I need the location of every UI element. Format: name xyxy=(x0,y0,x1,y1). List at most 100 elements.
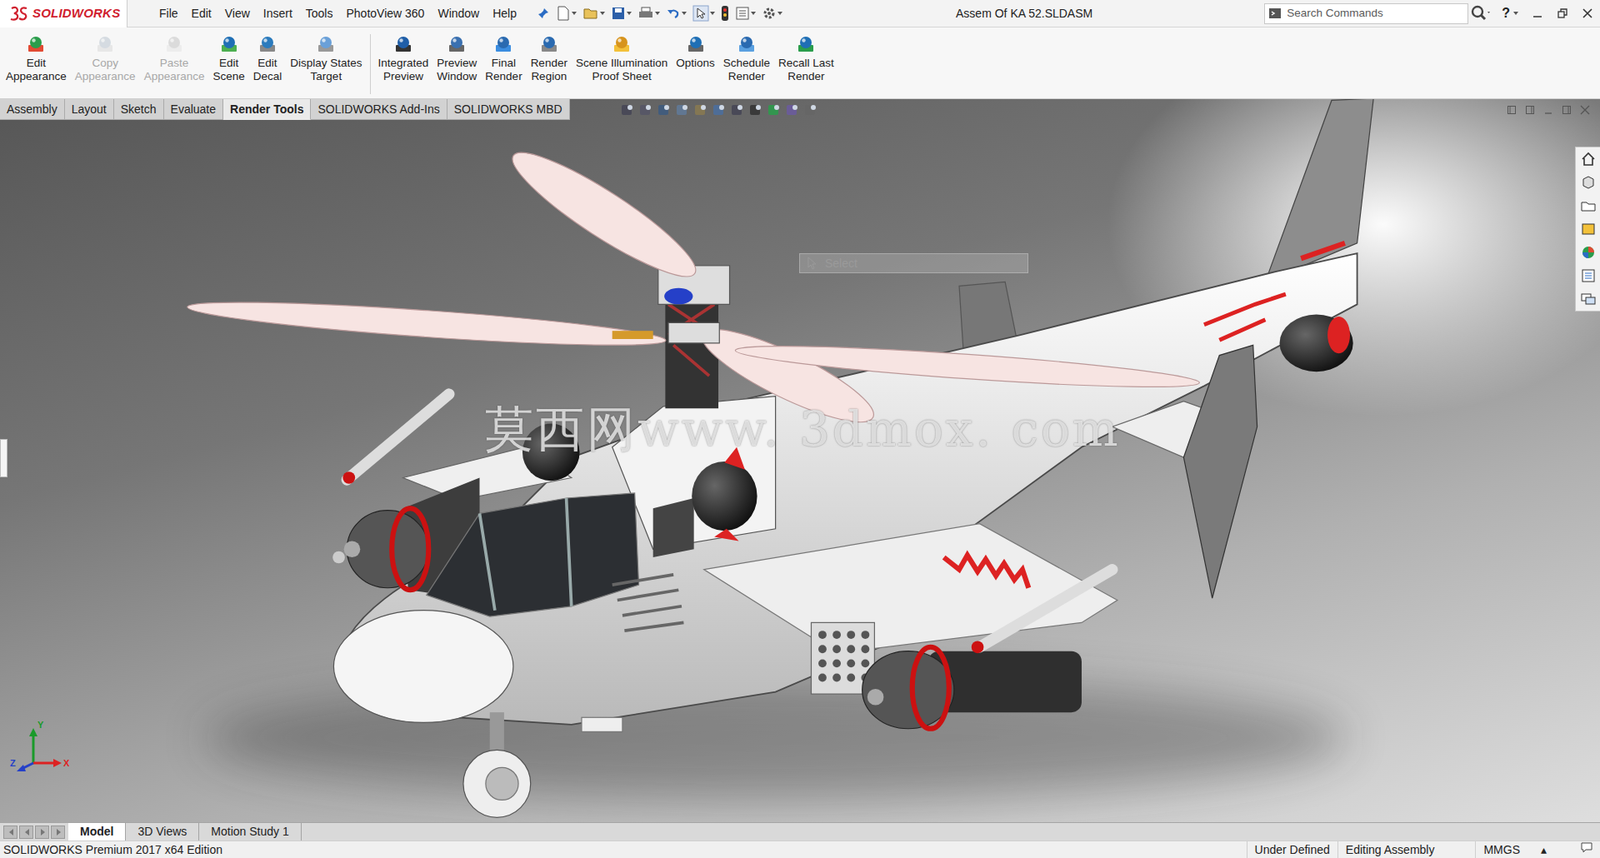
open-folder-icon[interactable] xyxy=(582,5,600,21)
select-arrow-icon[interactable] xyxy=(692,5,710,22)
window-control[interactable] xyxy=(1575,0,1600,28)
dropdown-caret-icon[interactable] xyxy=(681,11,687,15)
split-left-icon[interactable] xyxy=(1506,105,1517,115)
menu-item[interactable]: Window xyxy=(430,0,486,27)
previous-view-icon[interactable] xyxy=(656,102,672,118)
edit-scene-button[interactable]: EditScene xyxy=(208,34,249,84)
dropdown-caret-icon[interactable] xyxy=(600,11,605,15)
feature-tree-handle[interactable] xyxy=(0,439,8,478)
maximize-viewport-icon[interactable] xyxy=(1561,105,1572,115)
toolbar-button[interactable] xyxy=(760,5,785,21)
toolbar-button[interactable] xyxy=(733,5,758,21)
home-icon[interactable] xyxy=(1580,150,1597,168)
dynamic-annotation-icon[interactable] xyxy=(693,102,709,118)
menu-item[interactable]: Insert xyxy=(256,0,300,27)
model-canvas[interactable]: 莫西网www. 3dmox. comSelectYXZ xyxy=(0,120,1600,823)
appearances-icon[interactable] xyxy=(1580,244,1597,261)
new-document-icon[interactable] xyxy=(555,5,571,22)
edit-appearance-icon[interactable] xyxy=(766,102,782,118)
custom-properties-icon[interactable] xyxy=(1580,267,1597,285)
tab-scroll-button[interactable] xyxy=(50,825,65,840)
help-caret-icon[interactable] xyxy=(1513,11,1519,15)
tab-scroll-button[interactable] xyxy=(35,825,50,840)
toolbar-button[interactable] xyxy=(719,5,731,22)
scene-illumination-proof-sheet-button[interactable]: Scene IlluminationProof Sheet xyxy=(571,34,672,84)
dropdown-caret-icon[interactable] xyxy=(626,11,632,15)
view-palette-icon[interactable] xyxy=(1580,220,1597,238)
window-control[interactable] xyxy=(1525,0,1550,28)
search-input[interactable] xyxy=(1285,4,1465,23)
hide-show-icon[interactable] xyxy=(748,102,764,118)
recall-last-render-button[interactable]: Recall LastRender xyxy=(774,34,839,84)
help-button[interactable]: ? xyxy=(1493,3,1514,24)
print-icon[interactable] xyxy=(637,5,655,21)
dropdown-caret-icon[interactable] xyxy=(710,11,715,15)
command-tab[interactable]: Assembly xyxy=(0,99,65,120)
dropdown-caret-icon[interactable] xyxy=(750,11,756,15)
design-library-icon[interactable] xyxy=(1580,174,1597,191)
final-render-button[interactable]: FinalRender xyxy=(480,34,526,84)
preview-window-button[interactable]: PreviewWindow xyxy=(432,34,481,84)
schedule-render-button[interactable]: ScheduleRender xyxy=(719,34,775,84)
edit-appearance-button[interactable]: EditAppearance xyxy=(1,34,71,84)
dropdown-caret-icon[interactable] xyxy=(571,11,577,15)
restore-icon[interactable] xyxy=(1557,8,1568,19)
view-orientation-icon[interactable] xyxy=(711,102,727,118)
model-tab[interactable]: Motion Study 1 xyxy=(199,823,301,841)
menu-item[interactable]: PhotoView 360 xyxy=(339,0,431,27)
menu-item[interactable]: Edit xyxy=(185,0,219,27)
minimize-icon[interactable] xyxy=(1532,8,1543,19)
model-tab[interactable]: 3D Views xyxy=(125,823,200,841)
forum-icon[interactable] xyxy=(1580,290,1597,308)
command-tab[interactable]: Layout xyxy=(65,99,115,120)
menu-item[interactable]: Tools xyxy=(299,0,340,27)
apply-scene-icon[interactable] xyxy=(785,102,800,118)
next-tab-icon[interactable] xyxy=(38,827,47,838)
minimize-viewport-icon[interactable] xyxy=(1543,105,1554,115)
command-tab[interactable]: SOLIDWORKS MBD xyxy=(447,99,570,120)
undo-icon[interactable] xyxy=(665,5,681,21)
menu-item[interactable]: File xyxy=(152,0,185,27)
toolbar-button[interactable] xyxy=(664,5,689,21)
command-tab[interactable]: SOLIDWORKS Add-Ins xyxy=(310,99,447,120)
first-tab-icon[interactable] xyxy=(6,827,15,838)
options-gear-icon[interactable] xyxy=(761,5,777,21)
units-menu-button[interactable]: ▴ xyxy=(1527,841,1560,858)
model-tab[interactable]: Model xyxy=(68,823,126,841)
menu-item[interactable]: View xyxy=(218,0,257,27)
close-icon[interactable] xyxy=(1582,8,1593,19)
command-tab[interactable]: Evaluate xyxy=(164,99,224,120)
save-icon[interactable] xyxy=(610,5,626,21)
tab-scroll-button[interactable] xyxy=(19,825,34,840)
display-style-icon[interactable] xyxy=(730,102,745,118)
options-button[interactable]: Options xyxy=(671,34,720,70)
dropdown-caret-icon[interactable] xyxy=(777,11,783,15)
command-tab[interactable]: Sketch xyxy=(114,99,165,120)
rebuild-icon[interactable] xyxy=(720,5,730,22)
zoom-area-icon[interactable] xyxy=(638,102,654,118)
edit-decal-button[interactable]: EditDecal xyxy=(249,34,287,84)
toolbar-button[interactable] xyxy=(580,5,607,21)
integrated-preview-button[interactable]: IntegratedPreview xyxy=(374,34,434,84)
magnifier-icon[interactable] xyxy=(1468,4,1494,23)
last-tab-icon[interactable] xyxy=(54,827,63,838)
toolbar-button[interactable] xyxy=(635,5,662,21)
section-view-icon[interactable] xyxy=(675,102,690,118)
previous-tab-icon[interactable] xyxy=(22,827,31,838)
zoom-to-fit-icon[interactable] xyxy=(620,102,635,118)
command-tab[interactable]: Render Tools xyxy=(223,99,311,120)
toolbar-button[interactable] xyxy=(609,5,634,21)
toolbar-button[interactable] xyxy=(554,5,579,22)
notes-icon[interactable] xyxy=(1580,840,1594,855)
display-states-target-button[interactable]: Display StatesTarget xyxy=(285,34,366,84)
file-explorer-icon[interactable] xyxy=(1580,197,1597,215)
tab-scroll-button[interactable] xyxy=(3,825,18,840)
view-settings-icon[interactable] xyxy=(803,102,819,118)
dropdown-caret-icon[interactable] xyxy=(655,11,660,15)
close-viewport-icon[interactable] xyxy=(1580,105,1590,115)
menu-item[interactable]: Help xyxy=(485,0,524,27)
file-properties-icon[interactable] xyxy=(735,5,750,21)
toolbar-button[interactable] xyxy=(690,5,717,22)
render-region-button[interactable]: RenderRegion xyxy=(526,34,572,84)
window-control[interactable] xyxy=(1550,0,1575,28)
